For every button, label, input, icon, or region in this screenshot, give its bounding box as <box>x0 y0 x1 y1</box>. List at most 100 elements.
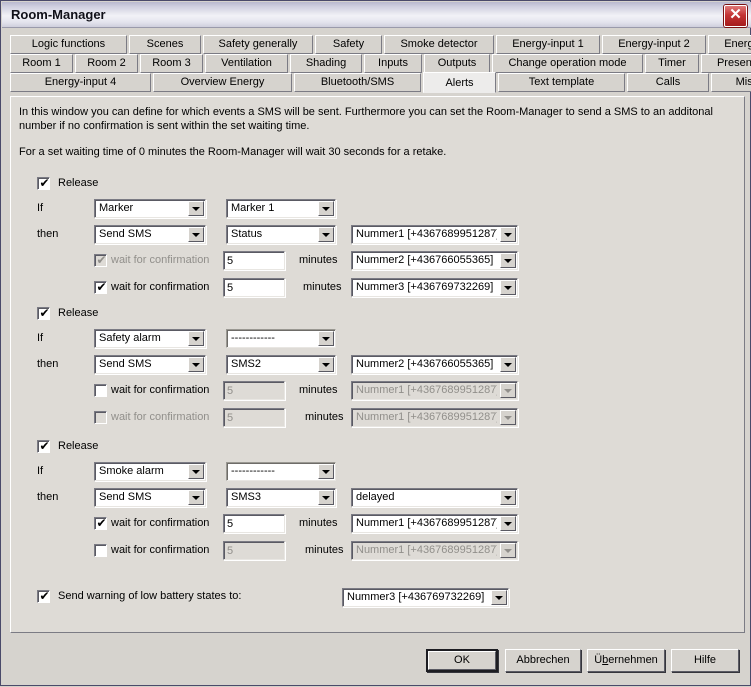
tab-energy-input-3[interactable]: Energy-input 3 <box>708 35 751 54</box>
then-number-combo[interactable]: Nummer1 [+4367689951287] <box>351 225 518 244</box>
wait-for-confirmation-label-1: wait for confirmation <box>111 254 210 266</box>
if-target-combo[interactable]: ------------ <box>226 329 336 348</box>
if-target-combo[interactable]: Marker 1 <box>226 199 336 218</box>
tab-energy-input-4[interactable]: Energy-input 4 <box>10 73 151 92</box>
chevron-down-icon[interactable] <box>188 227 204 242</box>
wait-for-confirmation-checkbox-1[interactable]: ✔ <box>94 516 107 530</box>
tab-overview-energy[interactable]: Overview Energy <box>153 73 292 92</box>
then-number-combo[interactable]: Nummer2 [+436766055365] <box>351 355 518 374</box>
tab-presence-simulation[interactable]: Presence simulation <box>701 54 751 73</box>
then-message-combo-value: SMS2 <box>231 358 261 370</box>
wait-for-confirmation-checkbox-1: ✔ <box>94 253 107 267</box>
chevron-down-icon[interactable] <box>500 280 516 295</box>
tab-outputs[interactable]: Outputs <box>424 54 490 73</box>
tab-safety-generally[interactable]: Safety generally <box>203 35 313 54</box>
chevron-down-icon[interactable] <box>500 357 516 372</box>
chevron-down-icon <box>500 383 516 398</box>
minutes-input-1-value: 5 <box>227 385 234 397</box>
tab-room-1[interactable]: Room 1 <box>10 54 73 73</box>
chevron-down-icon[interactable] <box>318 201 334 216</box>
chevron-down-icon[interactable] <box>318 464 334 479</box>
tab-room-3[interactable]: Room 3 <box>140 54 203 73</box>
tab-alerts[interactable]: Alerts <box>423 72 496 93</box>
wait-row-2: wait for confirmation 5 minutes Nummer1 [+4… <box>11 541 746 561</box>
then-row: then Send SMS Status Nummer1 [+436768995128… <box>11 225 746 245</box>
ok-button[interactable]: OK <box>426 649 498 672</box>
help-button[interactable]: Hilfe <box>671 649 739 672</box>
then-message-combo[interactable]: SMS2 <box>226 355 336 374</box>
tab-calls[interactable]: Calls <box>627 73 709 92</box>
apply-button[interactable]: Übernehmen <box>587 649 665 672</box>
if-condition-combo[interactable]: Safety alarm <box>94 329 206 348</box>
tab-bluetooth-sms[interactable]: Bluetooth/SMS <box>294 73 421 92</box>
chevron-down-icon[interactable] <box>318 490 334 505</box>
minutes-input-2[interactable]: 5 <box>223 278 285 297</box>
release-header-row: ✔ Release <box>11 437 746 457</box>
chevron-down-icon[interactable] <box>188 357 204 372</box>
then-action-combo[interactable]: Send SMS <box>94 488 206 507</box>
close-icon[interactable]: ✕ <box>724 5 747 27</box>
wait-number-combo-1[interactable]: Nummer1 [+4367689951287] <box>351 514 518 533</box>
tab-room-2[interactable]: Room 2 <box>75 54 138 73</box>
minutes-input-1-value: 5 <box>227 518 234 530</box>
minutes-input-2-value: 5 <box>227 412 234 424</box>
chevron-down-icon[interactable] <box>491 590 507 605</box>
chevron-down-icon[interactable] <box>188 331 204 346</box>
chevron-down-icon[interactable] <box>500 516 516 531</box>
if-row: If Marker Marker 1 <box>11 199 746 219</box>
tab-change-operation-mode[interactable]: Change operation mode <box>492 54 643 73</box>
minutes-input-1[interactable]: 5 <box>223 514 285 533</box>
tab-shading[interactable]: Shading <box>290 54 362 73</box>
if-condition-combo[interactable]: Marker <box>94 199 206 218</box>
tab-text-template[interactable]: Text template <box>498 73 625 92</box>
battery-warning-number-combo[interactable]: Nummer3 [+436769732269] <box>342 588 509 607</box>
chevron-down-icon[interactable] <box>500 227 516 242</box>
then-message-combo[interactable]: Status <box>226 225 336 244</box>
tab-row-2: Energy-input 4 Overview Energy Bluetooth/S… <box>10 72 751 93</box>
chevron-down-icon[interactable] <box>318 331 334 346</box>
tab-timer[interactable]: Timer <box>645 54 699 73</box>
wait-number-combo-1[interactable]: Nummer2 [+436766055365] <box>351 251 518 270</box>
release-checkbox[interactable]: ✔ <box>37 306 50 320</box>
chevron-down-icon[interactable] <box>500 490 516 505</box>
then-action-combo[interactable]: Send SMS <box>94 355 206 374</box>
dialog-button-bar: OK Abbrechen Übernehmen Hilfe <box>1 641 751 687</box>
cancel-button[interactable]: Abbrechen <box>505 649 581 672</box>
tab-scenes[interactable]: Scenes <box>129 35 201 54</box>
minutes-input-1: 5 <box>223 381 285 400</box>
minutes-input-2-value: 5 <box>227 282 234 294</box>
tab-miscellaneous[interactable]: Miscellaneous <box>711 73 751 92</box>
if-condition-combo[interactable]: Smoke alarm <box>94 462 206 481</box>
description-text: In this window you can define for which … <box>19 105 719 171</box>
tab-energy-input-1[interactable]: Energy-input 1 <box>496 35 600 54</box>
wait-for-confirmation-label-1: wait for confirmation <box>111 517 210 529</box>
tab-logic-functions[interactable]: Logic functions <box>10 35 127 54</box>
tab-ventilation[interactable]: Ventilation <box>205 54 288 73</box>
tab-smoke-detector[interactable]: Smoke detector <box>384 35 494 54</box>
tab-safety[interactable]: Safety <box>315 35 382 54</box>
wait-for-confirmation-label-2: wait for confirmation <box>111 281 210 293</box>
wait-number-combo-2[interactable]: Nummer3 [+436769732269] <box>351 278 518 297</box>
release-checkbox[interactable]: ✔ <box>37 439 50 453</box>
chevron-down-icon[interactable] <box>500 253 516 268</box>
then-action-combo[interactable]: Send SMS <box>94 225 206 244</box>
if-target-combo-value: Marker 1 <box>231 202 275 214</box>
wait-for-confirmation-checkbox-2[interactable] <box>94 544 107 557</box>
tab-inputs[interactable]: Inputs <box>364 54 422 73</box>
release-checkbox[interactable]: ✔ <box>37 176 50 190</box>
wait-for-confirmation-checkbox-2[interactable]: ✔ <box>94 280 107 294</box>
if-row: If Smoke alarm ------------ <box>11 462 746 482</box>
chevron-down-icon[interactable] <box>188 201 204 216</box>
then-row: then Send SMS SMS3 delayed <box>11 488 746 508</box>
then-message-combo[interactable]: SMS3 <box>226 488 336 507</box>
battery-warning-checkbox[interactable]: ✔ <box>37 589 50 603</box>
chevron-down-icon[interactable] <box>188 464 204 479</box>
chevron-down-icon[interactable] <box>318 227 334 242</box>
wait-for-confirmation-checkbox-1[interactable] <box>94 384 107 397</box>
chevron-down-icon[interactable] <box>188 490 204 505</box>
then-number-combo[interactable]: delayed <box>351 488 518 507</box>
tab-energy-input-2[interactable]: Energy-input 2 <box>602 35 706 54</box>
if-target-combo[interactable]: ------------ <box>226 462 336 481</box>
minutes-input-1[interactable]: 5 <box>223 251 285 270</box>
chevron-down-icon[interactable] <box>318 357 334 372</box>
